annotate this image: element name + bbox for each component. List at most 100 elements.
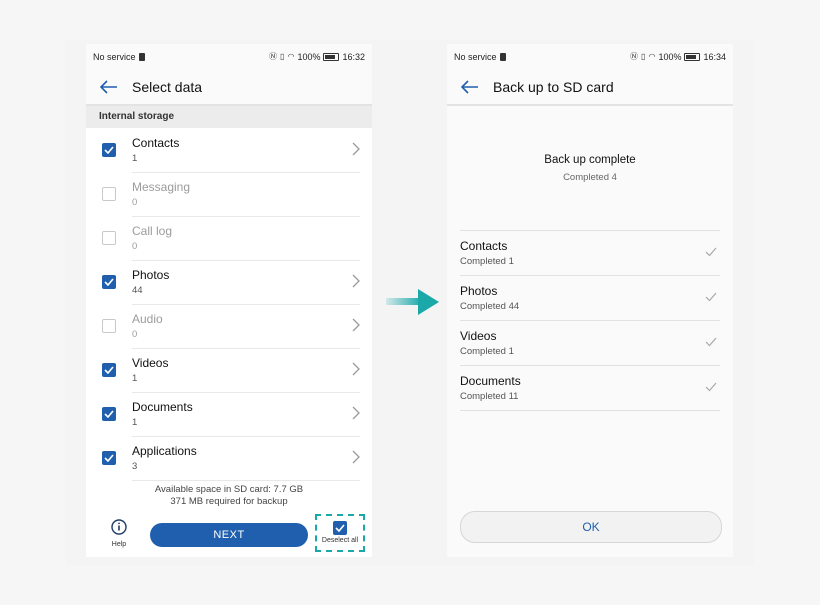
carrier-label: No service <box>454 52 497 62</box>
sim-icon <box>499 53 506 61</box>
checkbox-unchecked[interactable] <box>102 319 116 333</box>
battery-percent: 100% <box>658 52 682 62</box>
status-bar: No service Ⓝ ▯ ◠ 100% 16:34 <box>447 44 733 70</box>
required-space-text: 371 MB required for backup <box>170 496 288 507</box>
list-item[interactable]: Documents 1 <box>86 392 372 437</box>
checkbox-checked[interactable] <box>102 407 116 421</box>
checkbox-checked[interactable] <box>102 451 116 465</box>
status-bar: No service Ⓝ ▯ ◠ 100% 16:32 <box>86 44 372 70</box>
next-button[interactable]: NEXT <box>150 523 308 547</box>
chevron-right-icon[interactable] <box>352 406 360 420</box>
checkmark-icon <box>705 247 717 257</box>
deselect-all-label: Deselect all <box>321 537 359 544</box>
back-arrow-icon[interactable] <box>100 80 118 94</box>
chevron-right-icon[interactable] <box>352 362 360 376</box>
backup-complete-screen: No service Ⓝ ▯ ◠ 100% 16:34 Back up to S… <box>447 44 733 557</box>
item-count: 1 <box>132 152 138 164</box>
result-status: Completed 11 <box>460 391 519 402</box>
list-item[interactable]: Videos 1 <box>86 348 372 393</box>
result-item: Photos Completed 44 <box>460 276 720 321</box>
checkmark-icon <box>705 337 717 347</box>
app-bar: Back up to SD card <box>447 70 733 106</box>
item-name: Applications <box>132 443 197 458</box>
result-status: Completed 1 <box>460 346 514 357</box>
result-item: Videos Completed 1 <box>460 321 720 366</box>
nfc-icon: Ⓝ <box>269 52 278 61</box>
checkmark-icon <box>705 382 717 392</box>
carrier-label: No service <box>93 52 136 62</box>
chevron-right-icon[interactable] <box>352 450 360 464</box>
item-name: Photos <box>132 267 170 282</box>
section-header: Internal storage <box>86 106 372 128</box>
item-count: 0 <box>132 328 138 340</box>
storage-info: Available space in SD card: 7.7 GB 371 M… <box>86 484 372 508</box>
checkbox-unchecked[interactable] <box>102 231 116 245</box>
item-name: Contacts <box>132 135 180 150</box>
checkbox-checked[interactable] <box>102 363 116 377</box>
data-type-list: Contacts 1 Messaging 0 Call log 0 Photos 44 Audi… <box>86 128 372 481</box>
result-list: Contacts Completed 1 Photos Completed 44 Vid… <box>460 230 720 411</box>
list-item-text: Call log 0 <box>132 216 360 261</box>
result-name: Photos <box>460 284 498 298</box>
checkmark-icon <box>104 146 114 154</box>
battery-percent: 100% <box>297 52 321 62</box>
list-item-text: Audio 0 <box>132 304 360 349</box>
result-item: Documents Completed 11 <box>460 366 720 411</box>
checkbox-checked[interactable] <box>102 275 116 289</box>
chevron-right-icon[interactable] <box>352 274 360 288</box>
bottom-action-bar: Help NEXT Deselect all <box>86 513 372 557</box>
available-space-text: Available space in SD card: 7.7 GB <box>154 484 304 495</box>
sim-icon <box>138 53 145 61</box>
item-name: Messaging <box>132 179 191 194</box>
checkbox-checked[interactable] <box>102 143 116 157</box>
list-item-text: Messaging 0 <box>132 172 360 217</box>
deselect-all-button[interactable]: Deselect all <box>315 514 365 552</box>
item-name: Documents <box>132 399 193 414</box>
list-item[interactable]: Contacts 1 <box>86 128 372 173</box>
result-status: Completed 44 <box>460 301 520 312</box>
completion-summary: Back up complete Completed 4 <box>447 106 733 230</box>
list-item[interactable]: Applications 3 <box>86 436 372 481</box>
help-label: Help <box>111 541 127 548</box>
item-count: 1 <box>132 416 138 428</box>
select-data-screen: No service Ⓝ ▯ ◠ 100% 16:32 Select data … <box>86 44 372 557</box>
battery-icon <box>684 53 701 61</box>
list-item[interactable]: Messaging 0 <box>86 172 372 217</box>
checkbox-checked-icon <box>333 521 347 535</box>
item-count: 3 <box>132 460 138 472</box>
checkbox-unchecked[interactable] <box>102 187 116 201</box>
list-item-text: Documents 1 <box>132 392 360 437</box>
ok-button[interactable]: OK <box>460 511 722 543</box>
checkmark-icon <box>705 292 717 302</box>
checkmark-icon <box>104 410 114 418</box>
back-arrow-icon[interactable] <box>461 80 479 94</box>
list-item[interactable]: Audio 0 <box>86 304 372 349</box>
checkmark-icon <box>104 366 114 374</box>
complete-title: Back up complete <box>544 153 636 166</box>
battery-icon <box>323 53 340 61</box>
list-item-text: Photos 44 <box>132 260 360 305</box>
item-count: 1 <box>132 372 138 384</box>
chevron-right-icon[interactable] <box>352 318 360 332</box>
page-title: Select data <box>132 79 203 95</box>
list-item-text: Applications 3 <box>132 436 360 481</box>
result-name: Documents <box>460 374 521 388</box>
help-button[interactable]: Help <box>108 519 130 548</box>
result-name: Videos <box>460 329 497 343</box>
item-name: Call log <box>132 223 173 238</box>
list-item[interactable]: Photos 44 <box>86 260 372 305</box>
checkmark-icon <box>104 278 114 286</box>
chevron-right-icon[interactable] <box>352 142 360 156</box>
item-count: 0 <box>132 196 138 208</box>
item-name: Audio <box>132 311 163 326</box>
list-item[interactable]: Call log 0 <box>86 216 372 261</box>
complete-subtitle: Completed 4 <box>563 171 617 183</box>
list-item-text: Videos 1 <box>132 348 360 393</box>
result-name: Contacts <box>460 239 508 253</box>
wifi-icon: ◠ <box>287 52 295 61</box>
nfc-icon: Ⓝ <box>630 52 639 61</box>
transition-arrow-icon <box>386 289 439 315</box>
item-name: Videos <box>132 355 169 370</box>
info-icon <box>111 519 127 535</box>
vibrate-icon: ▯ <box>280 52 285 61</box>
